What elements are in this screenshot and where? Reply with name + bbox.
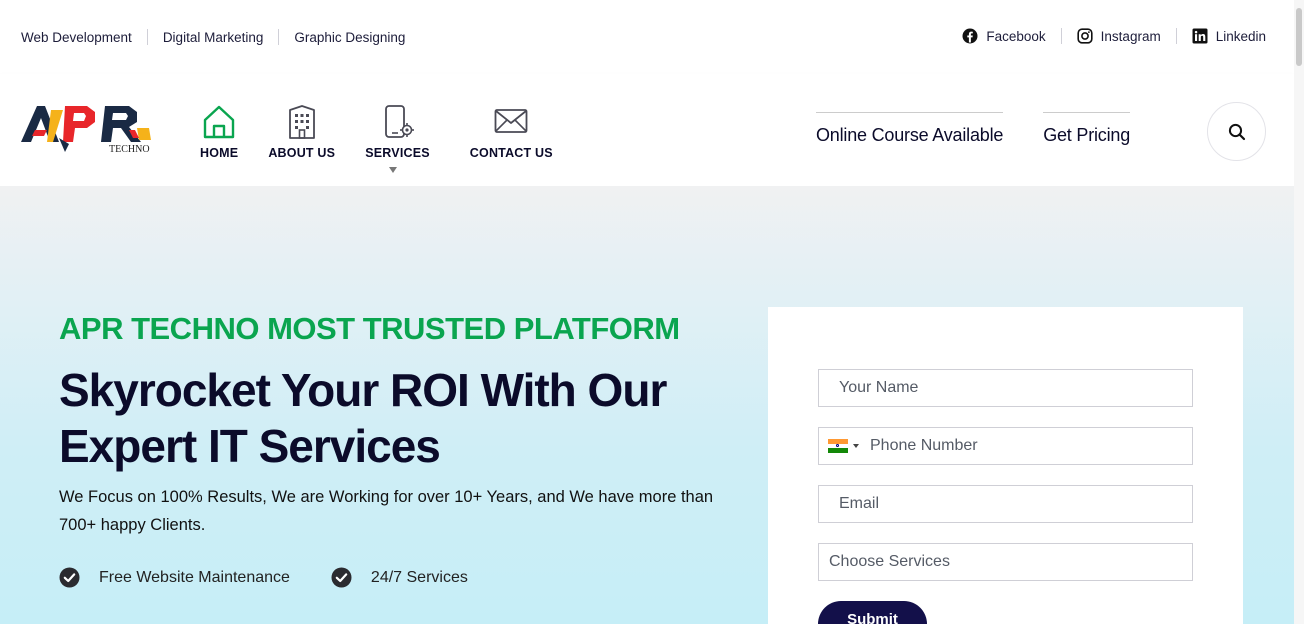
online-course-link[interactable]: Online Course Available	[816, 112, 1003, 146]
services-select[interactable]: Choose Services	[818, 543, 1193, 581]
social-link-linkedin[interactable]: Linkedin	[1192, 28, 1266, 44]
home-icon	[203, 105, 235, 139]
divider	[1175, 28, 1177, 44]
name-input[interactable]	[819, 370, 1192, 406]
linkedin-icon	[1192, 28, 1208, 44]
hero-description: We Focus on 100% Results, We are Working…	[59, 488, 714, 534]
social-label-linkedin: Linkedin	[1215, 28, 1266, 44]
top-link-web-development[interactable]: Web Development	[21, 30, 132, 45]
feature-label: 24/7 Services	[370, 568, 468, 586]
phone-input[interactable]	[859, 428, 1192, 464]
top-link-graphic-designing[interactable]: Graphic Designing	[294, 30, 405, 45]
feature-list: Free Website Maintenance 24/7 Services	[59, 567, 468, 588]
nav-item-contact-us[interactable]: CONTACT US	[440, 104, 563, 160]
top-links: Web Development Digital Marketing Graphi…	[21, 29, 405, 45]
search-button[interactable]	[1207, 102, 1266, 161]
check-circle-icon	[59, 567, 80, 588]
social-label-facebook: Facebook	[986, 28, 1046, 44]
nav-item-home[interactable]: HOME	[190, 104, 248, 160]
email-input[interactable]	[819, 486, 1192, 522]
header-cta-group: Online Course Available Get Pricing	[816, 112, 1130, 146]
envelope-icon	[494, 109, 528, 133]
name-field-wrapper	[818, 369, 1193, 407]
contact-form: Choose Services Submit	[768, 307, 1243, 624]
search-icon	[1228, 123, 1245, 140]
hero-headline: Skyrocket Your ROI With Our Expert IT Se…	[59, 364, 667, 472]
divider	[146, 29, 148, 45]
instagram-icon	[1077, 28, 1093, 44]
chevron-down-icon[interactable]	[388, 167, 397, 173]
social-label-instagram: Instagram	[1100, 28, 1161, 44]
scrollbar[interactable]	[1294, 0, 1304, 624]
hero-section: APR TECHNO MOST TRUSTED PLATFORM Skyrock…	[0, 186, 1294, 624]
main-nav: HOME ABOUT US SERVICES CONTACT US	[190, 104, 563, 173]
check-circle-icon	[331, 567, 352, 588]
india-flag-icon[interactable]	[828, 439, 848, 454]
logo[interactable]: TECHNO	[21, 104, 151, 160]
divider	[278, 29, 280, 45]
services-select-value: Choose Services	[829, 553, 950, 570]
social-link-instagram[interactable]: Instagram	[1077, 28, 1161, 44]
nav-label-home: HOME	[200, 146, 239, 160]
nav-item-about-us[interactable]: ABOUT US	[248, 104, 345, 160]
main-header: TECHNO HOME ABOUT US SERVICES CONTACT US…	[0, 74, 1294, 186]
submit-button[interactable]: Submit	[818, 601, 927, 624]
feature-item: Free Website Maintenance	[59, 567, 290, 588]
building-icon	[288, 105, 315, 139]
feature-item: 24/7 Services	[331, 567, 468, 588]
social-link-facebook[interactable]: Facebook	[962, 28, 1046, 44]
email-field-wrapper	[818, 485, 1193, 523]
scrollbar-thumb[interactable]	[1296, 8, 1302, 66]
hero-eyebrow: APR TECHNO MOST TRUSTED PLATFORM	[59, 311, 680, 346]
phone-field-wrapper	[818, 427, 1193, 465]
mobile-gear-icon	[384, 105, 414, 138]
facebook-icon	[962, 28, 978, 44]
top-link-digital-marketing[interactable]: Digital Marketing	[163, 30, 264, 45]
feature-label: Free Website Maintenance	[99, 568, 290, 586]
top-bar: Web Development Digital Marketing Graphi…	[0, 0, 1294, 74]
nav-label-about-us: ABOUT US	[268, 146, 336, 160]
logo-subtext: TECHNO	[109, 144, 150, 155]
get-pricing-link[interactable]: Get Pricing	[1043, 112, 1130, 146]
social-links: Facebook Instagram Linkedin	[962, 28, 1266, 44]
divider	[1060, 28, 1062, 44]
nav-label-contact-us: CONTACT US	[469, 146, 553, 160]
nav-item-services[interactable]: SERVICES	[345, 104, 440, 173]
nav-label-services: SERVICES	[365, 146, 430, 160]
